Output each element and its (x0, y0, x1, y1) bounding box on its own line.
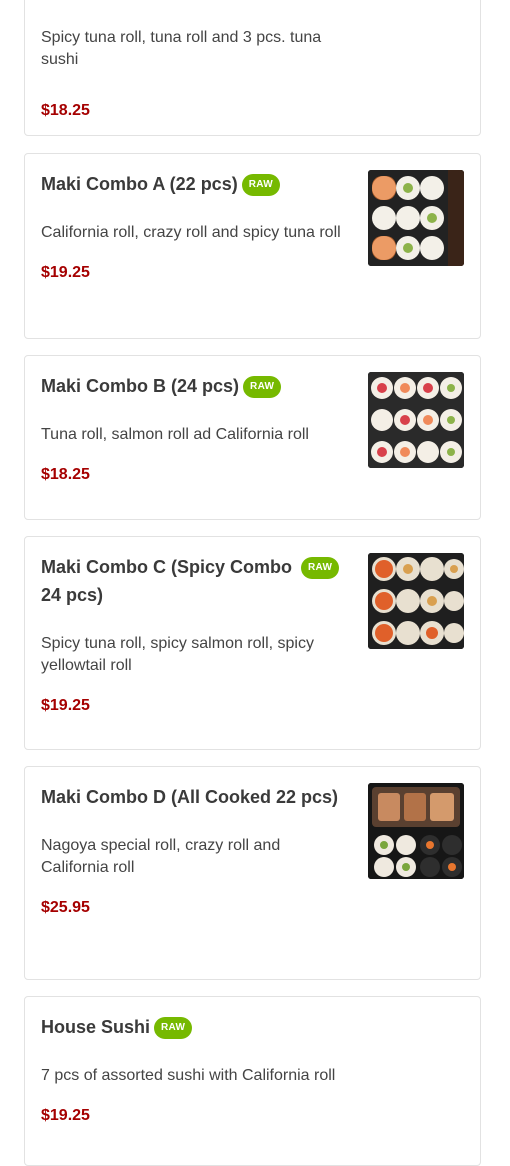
menu-item-description: Spicy tuna roll, tuna roll and 3 pcs. tu… (41, 29, 322, 68)
menu-item-card[interactable]: Maki Combo A (22 pcs) RAW California rol… (24, 153, 481, 339)
menu-item-price: $19.25 (41, 697, 90, 714)
menu-item-name: Maki Combo B (24 pcs) (41, 376, 240, 396)
menu-item-name: Maki Combo C (Spicy Combo 24 pcs) (41, 557, 293, 605)
menu-item-description: Spicy tuna roll, spicy salmon roll, spic… (41, 635, 314, 674)
menu-item-description: 7 pcs of assorted sushi with California … (41, 1067, 336, 1084)
menu-item-description: Tuna roll, salmon roll ad California rol… (41, 426, 309, 443)
menu-item-price: $25.95 (41, 899, 90, 916)
menu-item-price: $19.25 (41, 264, 90, 281)
maki-combo-a-photo (368, 170, 464, 266)
menu-item-name: Maki Combo D (All Cooked 22 pcs) (41, 787, 339, 807)
menu-item-card[interactable]: House Sushi RAW 7 pcs of assorted sushi … (24, 996, 481, 1166)
menu-item-price: $18.25 (41, 102, 90, 119)
menu-item-card[interactable]: Maki Combo B (24 pcs) RAW Tuna roll, sal… (24, 355, 481, 520)
raw-badge: RAW (243, 376, 282, 398)
menu-item-card[interactable]: Spicy tuna roll, tuna roll and 3 pcs. tu… (24, 0, 481, 136)
menu-item-title-row: Maki Combo D (All Cooked 22 pcs) (41, 783, 341, 811)
maki-combo-c-photo (368, 553, 464, 649)
raw-badge: RAW (301, 557, 340, 579)
menu-item-title-row: House Sushi RAW (41, 1013, 371, 1041)
menu-item-title-row: Maki Combo A (22 pcs) RAW (41, 170, 341, 198)
maki-combo-d-photo (368, 783, 464, 879)
menu-item-description: California roll, crazy roll and spicy tu… (41, 224, 341, 241)
menu-item-card[interactable]: Maki Combo D (All Cooked 22 pcs) Nagoya … (24, 766, 481, 980)
menu-item-name: Maki Combo A (22 pcs) (41, 174, 238, 194)
menu-item-title-row: Maki Combo B (24 pcs) RAW (41, 372, 341, 400)
raw-badge: RAW (241, 174, 280, 196)
menu-item-card[interactable]: Maki Combo C (Spicy Combo 24 pcs) RAW Sp… (24, 536, 481, 750)
maki-combo-b-photo (368, 372, 464, 468)
menu-item-description: Nagoya special roll, crazy roll and Cali… (41, 837, 281, 876)
menu-item-name: House Sushi (41, 1017, 151, 1037)
raw-badge: RAW (154, 1017, 193, 1039)
menu-item-price: $19.25 (41, 1107, 90, 1124)
menu-item-price: $18.25 (41, 466, 90, 483)
menu-item-title-row: Maki Combo C (Spicy Combo 24 pcs) RAW (41, 553, 341, 609)
